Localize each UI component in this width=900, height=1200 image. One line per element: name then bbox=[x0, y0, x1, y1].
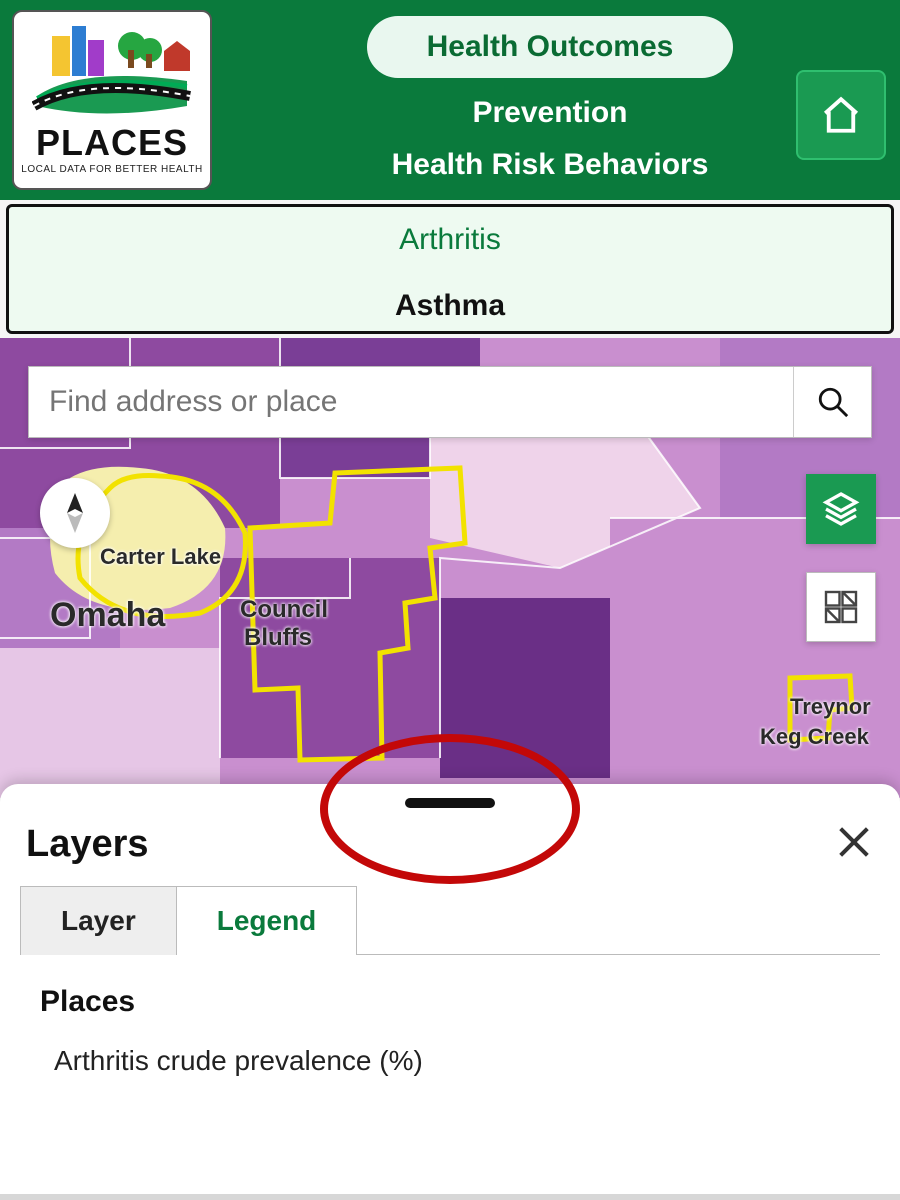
brand-name: PLACES bbox=[36, 122, 188, 164]
subnav-arthritis[interactable]: Arthritis bbox=[9, 207, 891, 273]
map-side-controls bbox=[806, 474, 876, 642]
places-logo: PLACES LOCAL DATA FOR BETTER HEALTH bbox=[12, 10, 212, 190]
compass-button[interactable] bbox=[40, 478, 110, 548]
sheet-close-button[interactable] bbox=[834, 822, 874, 867]
subnav-asthma[interactable]: Asthma bbox=[9, 273, 891, 334]
sheet-drag-handle[interactable] bbox=[405, 798, 495, 808]
sheet-tabs: Layer Legend bbox=[20, 885, 880, 955]
legend-panel: Places Arthritis crude prevalence (%) bbox=[0, 955, 900, 1107]
nav-prevention[interactable]: Prevention bbox=[472, 96, 627, 130]
legend-item-arthritis: Arthritis crude prevalence (%) bbox=[40, 1045, 860, 1077]
home-button[interactable] bbox=[796, 70, 886, 160]
search-icon bbox=[816, 385, 850, 419]
footer-divider bbox=[0, 1194, 900, 1200]
map-canvas[interactable]: Carter Lake Omaha Council Bluffs Treynor… bbox=[0, 338, 900, 798]
search-input[interactable] bbox=[29, 367, 793, 437]
layers-sheet: Layers Layer Legend Places Arthritis cru… bbox=[0, 784, 900, 1194]
measure-subnav[interactable]: Arthritis Asthma bbox=[6, 204, 894, 334]
nav-health-outcomes[interactable]: Health Outcomes bbox=[367, 16, 734, 78]
tab-layer[interactable]: Layer bbox=[20, 886, 177, 955]
home-icon bbox=[820, 94, 862, 136]
compass-icon bbox=[61, 493, 89, 533]
brand-tagline: LOCAL DATA FOR BETTER HEALTH bbox=[21, 164, 202, 175]
nav-health-risk-behaviors[interactable]: Health Risk Behaviors bbox=[392, 148, 709, 182]
basemap-button[interactable] bbox=[806, 572, 876, 642]
category-nav: Health Outcomes Prevention Health Risk B… bbox=[212, 10, 888, 182]
layers-icon bbox=[821, 489, 861, 529]
app-header: PLACES LOCAL DATA FOR BETTER HEALTH Heal… bbox=[0, 0, 900, 200]
legend-group-title: Places bbox=[40, 985, 860, 1019]
search-bar bbox=[28, 366, 872, 438]
basemap-icon bbox=[823, 589, 859, 625]
search-button[interactable] bbox=[793, 367, 871, 437]
sheet-title: Layers bbox=[26, 823, 149, 866]
places-logo-art bbox=[32, 26, 192, 116]
layers-button[interactable] bbox=[806, 474, 876, 544]
tab-legend[interactable]: Legend bbox=[176, 886, 358, 955]
close-icon bbox=[834, 822, 874, 862]
